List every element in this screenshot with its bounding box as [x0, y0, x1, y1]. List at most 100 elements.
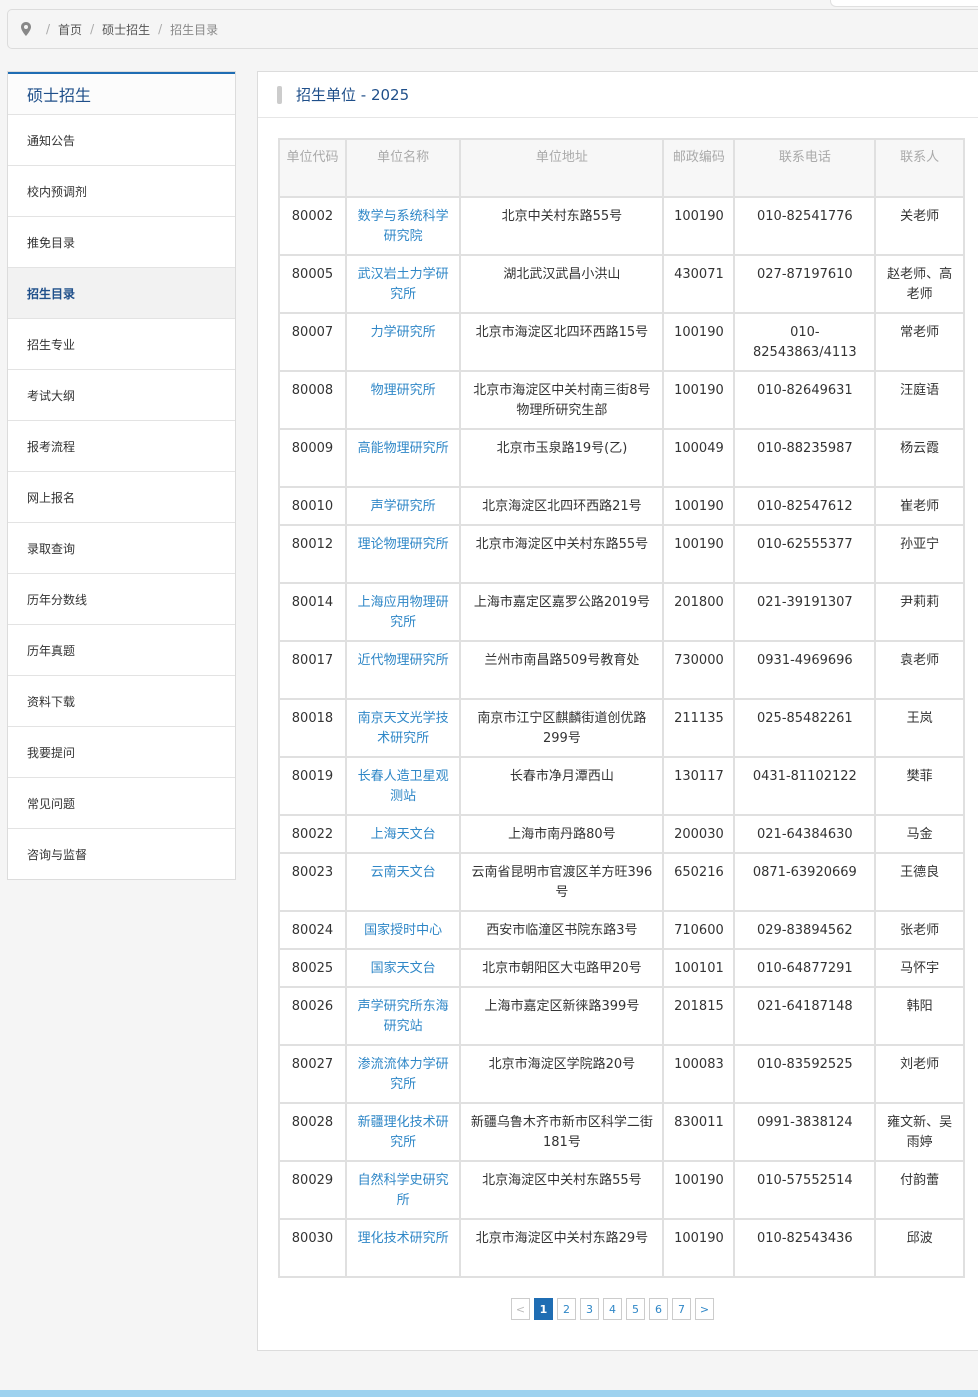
sidebar-item[interactable]: 招生专业 [8, 319, 235, 370]
phone-cell: 010-82543863/4113 [733, 312, 877, 372]
location-pin-icon [21, 22, 31, 36]
sidebar-item[interactable]: 常见问题 [8, 778, 235, 829]
sidebar-item[interactable]: 网上报名 [8, 472, 235, 523]
unit-name-link[interactable]: 物理研究所 [344, 370, 462, 430]
sidebar-item[interactable]: 录取查询 [8, 523, 235, 574]
postal-code-cell: 100190 [662, 1218, 736, 1278]
panel-title-bar: 招生单位 - 2025 [258, 72, 978, 118]
page-button[interactable]: 6 [649, 1298, 668, 1320]
contact-cell: 马金 [874, 814, 965, 854]
sidebar-item[interactable]: 考试大纲 [8, 370, 235, 421]
postal-code-cell: 100049 [662, 428, 736, 488]
unit-name-link[interactable]: 理化技术研究所 [344, 1218, 462, 1278]
page-button[interactable]: 7 [672, 1298, 691, 1320]
unit-name-link[interactable]: 上海天文台 [344, 814, 462, 854]
next-page-button[interactable]: > [695, 1298, 714, 1320]
unit-name-link[interactable]: 高能物理研究所 [344, 428, 462, 488]
sidebar-item[interactable]: 通知公告 [8, 115, 235, 166]
unit-code-cell: 80005 [278, 254, 347, 314]
sidebar-item[interactable]: 资料下载 [8, 676, 235, 727]
unit-name-link[interactable]: 国家授时中心 [344, 910, 462, 950]
unit-code-cell: 80027 [278, 1044, 347, 1104]
phone-cell: 010-82543436 [733, 1218, 877, 1278]
unit-name-link[interactable]: 自然科学史研究所 [344, 1160, 462, 1220]
unit-name-link[interactable]: 新疆理化技术研究所 [344, 1102, 462, 1162]
unit-name-link[interactable]: 南京天文光学技术研究所 [344, 698, 462, 758]
unit-code-cell: 80023 [278, 852, 347, 912]
units-table: 单位代码 单位名称 单位地址 邮政编码 联系电话 联系人 80002 数学与系统科学研究院北… [278, 138, 965, 1278]
table-row: 80030 理化技术研究所 北京市海淀区中关村东路29号 100190 010-8254… [278, 1218, 965, 1278]
table-header-row: 单位代码 单位名称 单位地址 邮政编码 联系电话 联系人 [278, 138, 965, 198]
page-button[interactable]: 5 [626, 1298, 645, 1320]
sidebar-item[interactable]: 历年分数线 [8, 574, 235, 625]
unit-name-link[interactable]: 武汉岩土力学研究所 [344, 254, 462, 314]
prev-page-button[interactable]: < [511, 1298, 530, 1320]
contact-cell: 张老师 [874, 910, 965, 950]
contact-cell: 袁老师 [874, 640, 965, 700]
page-button[interactable]: 3 [580, 1298, 599, 1320]
top-edge-panel [830, 0, 978, 7]
postal-code-cell: 100190 [662, 312, 736, 372]
unit-name-link[interactable]: 渗流流体力学研究所 [344, 1044, 462, 1104]
breadcrumb-separator: / [158, 22, 163, 36]
page-button[interactable]: 2 [557, 1298, 576, 1320]
unit-code-cell: 80018 [278, 698, 347, 758]
unit-code-cell: 80029 [278, 1160, 347, 1220]
sidebar-item[interactable]: 咨询与监督 [8, 829, 235, 879]
breadcrumb-home-link[interactable]: 首页 [58, 21, 82, 38]
unit-name-link[interactable]: 力学研究所 [344, 312, 462, 372]
page-button[interactable]: 4 [603, 1298, 622, 1320]
unit-name-link[interactable]: 国家天文台 [344, 948, 462, 988]
postal-code-cell: 710600 [662, 910, 736, 950]
unit-name-link[interactable]: 长春人造卫星观测站 [344, 756, 462, 816]
sidebar-item[interactable]: 报考流程 [8, 421, 235, 472]
unit-address-cell: 南京市江宁区麒麟街道创优路299号 [459, 698, 665, 758]
contact-cell: 邱波 [874, 1218, 965, 1278]
breadcrumb-separator: / [46, 22, 51, 36]
contact-cell: 马怀宇 [874, 948, 965, 988]
postal-code-cell: 830011 [662, 1102, 736, 1162]
table-row: 80018 南京天文光学技术研究所 南京市江宁区麒麟街道创优路299号 211135 0… [278, 698, 965, 758]
unit-code-cell: 80024 [278, 910, 347, 950]
pagination: <1 2 3 4 5 6 7 > [511, 1298, 714, 1320]
table-row: 80029 自然科学史研究所 北京海淀区中关村东路55号 100190 010-5755… [278, 1160, 965, 1220]
breadcrumb-section-link[interactable]: 硕士招生 [102, 21, 150, 38]
postal-code-cell: 100190 [662, 486, 736, 526]
postal-code-cell: 730000 [662, 640, 736, 700]
unit-address-cell: 云南省昆明市官渡区羊方旺396号 [459, 852, 665, 912]
postal-code-cell: 130117 [662, 756, 736, 816]
sidebar-item[interactable]: 招生目录 [8, 268, 235, 319]
table-row: 80007 力学研究所 北京市海淀区北四环西路15号 100190 010-825438… [278, 312, 965, 372]
footer-bar [0, 1390, 978, 1397]
sidebar-item[interactable]: 我要提问 [8, 727, 235, 778]
unit-code-cell: 80030 [278, 1218, 347, 1278]
phone-cell: 010-82649631 [733, 370, 877, 430]
unit-name-link[interactable]: 上海应用物理研究所 [344, 582, 462, 642]
phone-cell: 021-39191307 [733, 582, 877, 642]
contact-cell: 樊菲 [874, 756, 965, 816]
unit-address-cell: 上海市嘉定区新徕路399号 [459, 986, 665, 1046]
unit-name-link[interactable]: 近代物理研究所 [344, 640, 462, 700]
sidebar-item[interactable]: 历年真题 [8, 625, 235, 676]
postal-code-cell: 100190 [662, 370, 736, 430]
unit-name-link[interactable]: 云南天文台 [344, 852, 462, 912]
unit-name-link[interactable]: 声学研究所东海研究站 [344, 986, 462, 1046]
postal-code-cell: 100190 [662, 524, 736, 584]
contact-cell: 汪庭语 [874, 370, 965, 430]
postal-code-cell: 211135 [662, 698, 736, 758]
sidebar-item[interactable]: 校内预调剂 [8, 166, 235, 217]
unit-address-cell: 北京中关村东路55号 [459, 196, 665, 256]
table-row: 80023 云南天文台 云南省昆明市官渡区羊方旺396号 650216 0871-639… [278, 852, 965, 912]
table-row: 80012 理论物理研究所 北京市海淀区中关村东路55号 100190 010-6255… [278, 524, 965, 584]
postal-code-cell: 430071 [662, 254, 736, 314]
unit-name-link[interactable]: 数学与系统科学研究院 [344, 196, 462, 256]
unit-name-link[interactable]: 理论物理研究所 [344, 524, 462, 584]
unit-name-link[interactable]: 声学研究所 [344, 486, 462, 526]
phone-cell: 025-85482261 [733, 698, 877, 758]
unit-code-cell: 80014 [278, 582, 347, 642]
sidebar-item[interactable]: 推免目录 [8, 217, 235, 268]
unit-address-cell: 上海市南丹路80号 [459, 814, 665, 854]
page-button[interactable]: 1 [534, 1298, 553, 1320]
unit-address-cell: 上海市嘉定区嘉罗公路2019号 [459, 582, 665, 642]
table-row: 80027 渗流流体力学研究所 北京市海淀区学院路20号 100083 010-8359… [278, 1044, 965, 1104]
